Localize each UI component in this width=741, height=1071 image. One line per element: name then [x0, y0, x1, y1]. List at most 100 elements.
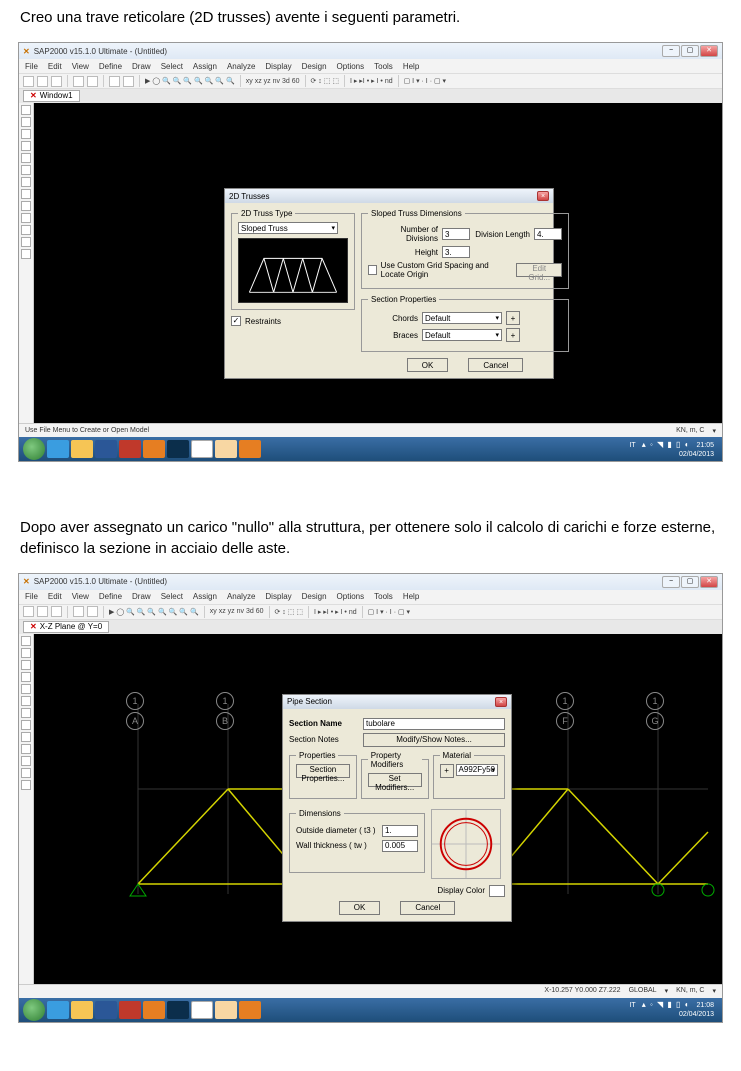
- tool3-icon[interactable]: [21, 756, 31, 766]
- section-name-input[interactable]: [363, 718, 505, 730]
- menu-analyze[interactable]: Analyze: [227, 592, 255, 601]
- lock-icon[interactable]: [123, 76, 134, 87]
- set-modifiers-button[interactable]: Set Modifiers...: [368, 773, 422, 787]
- task-illustrator-icon[interactable]: [143, 440, 165, 458]
- menu-draw[interactable]: Draw: [132, 592, 151, 601]
- task-paint-icon[interactable]: [215, 1001, 237, 1019]
- section-properties-button[interactable]: Section Properties...: [296, 764, 350, 778]
- task-photoshop-icon[interactable]: [167, 440, 189, 458]
- grid-icon[interactable]: [21, 189, 31, 199]
- restraints-checkbox[interactable]: [231, 316, 241, 326]
- nav-controls[interactable]: I ▸ ▸I • ▸ I • nd: [350, 77, 393, 85]
- task-word-icon[interactable]: [95, 1001, 117, 1019]
- menu-display[interactable]: Display: [265, 592, 291, 601]
- redo-icon[interactable]: [87, 606, 98, 617]
- menu-view[interactable]: View: [72, 592, 89, 601]
- menu-draw[interactable]: Draw: [132, 62, 151, 71]
- material-select[interactable]: A992Fy50: [456, 764, 498, 776]
- tool3-icon[interactable]: [21, 225, 31, 235]
- system-tray[interactable]: IT▴ ◦ ◥ ▮ ▯ ◐21:0502/04/2013: [629, 440, 718, 459]
- chords-select[interactable]: Default: [422, 312, 502, 324]
- grid-icon[interactable]: [21, 720, 31, 730]
- tab-window1[interactable]: ✕Window1: [23, 90, 80, 102]
- menu-file[interactable]: File: [25, 62, 38, 71]
- menu-define[interactable]: Define: [99, 62, 122, 71]
- dialog-close-icon[interactable]: ×: [495, 697, 507, 707]
- task-chrome-icon[interactable]: [191, 440, 213, 458]
- undo-icon[interactable]: [73, 76, 84, 87]
- div-len-input[interactable]: [534, 228, 562, 240]
- open-icon[interactable]: [37, 606, 48, 617]
- modify-notes-button[interactable]: Modify/Show Notes...: [363, 733, 505, 747]
- num-div-input[interactable]: [442, 228, 470, 240]
- menu-display[interactable]: Display: [265, 62, 291, 71]
- tool4-icon[interactable]: [21, 768, 31, 778]
- minimize-button[interactable]: −: [662, 45, 680, 57]
- tab-xz-plane[interactable]: ✕X-Z Plane @ Y=0: [23, 621, 109, 633]
- draw-area-icon[interactable]: [21, 153, 31, 163]
- snap-icon[interactable]: [21, 708, 31, 718]
- menu-options[interactable]: Options: [337, 62, 365, 71]
- viewport-1[interactable]: 2D Trusses × 2D Truss Type Sloped Truss: [34, 103, 722, 423]
- pointer-icon[interactable]: [21, 105, 31, 115]
- new-icon[interactable]: [23, 76, 34, 87]
- task-chrome-icon[interactable]: [191, 1001, 213, 1019]
- cancel-button[interactable]: Cancel: [468, 358, 523, 372]
- task-illustrator-icon[interactable]: [143, 1001, 165, 1019]
- draw-frame-icon[interactable]: [21, 660, 31, 670]
- ok-button[interactable]: OK: [407, 358, 449, 372]
- task-ie-icon[interactable]: [47, 1001, 69, 1019]
- select-icon[interactable]: [21, 117, 31, 127]
- menu-select[interactable]: Select: [161, 592, 183, 601]
- tool2-icon[interactable]: [21, 213, 31, 223]
- menu-assign[interactable]: Assign: [193, 62, 217, 71]
- view-modes[interactable]: xy xz yz nv 3d 60: [246, 78, 300, 85]
- task-explorer-icon[interactable]: [71, 440, 93, 458]
- save-icon[interactable]: [51, 606, 62, 617]
- custom-grid-checkbox[interactable]: [368, 265, 377, 275]
- tool2-icon[interactable]: [21, 744, 31, 754]
- dialog-titlebar[interactable]: 2D Trusses ×: [225, 189, 553, 203]
- snap-icon[interactable]: [21, 177, 31, 187]
- menu-help[interactable]: Help: [403, 592, 419, 601]
- task-word-icon[interactable]: [95, 440, 117, 458]
- task-sap2000-icon[interactable]: [239, 1001, 261, 1019]
- draw-frame-icon[interactable]: [21, 129, 31, 139]
- menu-edit[interactable]: Edit: [48, 62, 62, 71]
- save-icon[interactable]: [51, 76, 62, 87]
- draw-link-icon[interactable]: [21, 696, 31, 706]
- dialog-titlebar[interactable]: Pipe Section ×: [283, 695, 511, 709]
- maximize-button[interactable]: ▢: [681, 45, 699, 57]
- menu-view[interactable]: View: [72, 62, 89, 71]
- tool5-icon[interactable]: [21, 249, 31, 259]
- maximize-button[interactable]: ▢: [681, 576, 699, 588]
- tool-icon[interactable]: [21, 732, 31, 742]
- menu-analyze[interactable]: Analyze: [227, 62, 255, 71]
- menu-edit[interactable]: Edit: [48, 592, 62, 601]
- close-button[interactable]: ✕: [700, 576, 718, 588]
- menu-file[interactable]: File: [25, 592, 38, 601]
- task-sap2000-icon[interactable]: [239, 440, 261, 458]
- task-explorer-icon[interactable]: [71, 1001, 93, 1019]
- pointer-icon[interactable]: [21, 636, 31, 646]
- run-icon[interactable]: [109, 76, 120, 87]
- menu-tools[interactable]: Tools: [374, 592, 393, 601]
- menu-tools[interactable]: Tools: [374, 62, 393, 71]
- undo-icon[interactable]: [73, 606, 84, 617]
- chords-add-button[interactable]: +: [506, 311, 520, 325]
- menu-help[interactable]: Help: [403, 62, 419, 71]
- menu-options[interactable]: Options: [337, 592, 365, 601]
- draw-area-icon[interactable]: [21, 684, 31, 694]
- ok-button[interactable]: OK: [339, 901, 381, 915]
- height-input[interactable]: [442, 246, 470, 258]
- task-ie-icon[interactable]: [47, 440, 69, 458]
- menu-design[interactable]: Design: [302, 592, 327, 601]
- draw-cable-icon[interactable]: [21, 672, 31, 682]
- wall-th-input[interactable]: [382, 840, 418, 852]
- redo-icon[interactable]: [87, 76, 98, 87]
- menu-assign[interactable]: Assign: [193, 592, 217, 601]
- menu-define[interactable]: Define: [99, 592, 122, 601]
- viewport-2[interactable]: 1A 1B 1F 1G Pipe Section × Section Name: [34, 634, 722, 984]
- draw-cable-icon[interactable]: [21, 141, 31, 151]
- start-button[interactable]: [23, 438, 45, 460]
